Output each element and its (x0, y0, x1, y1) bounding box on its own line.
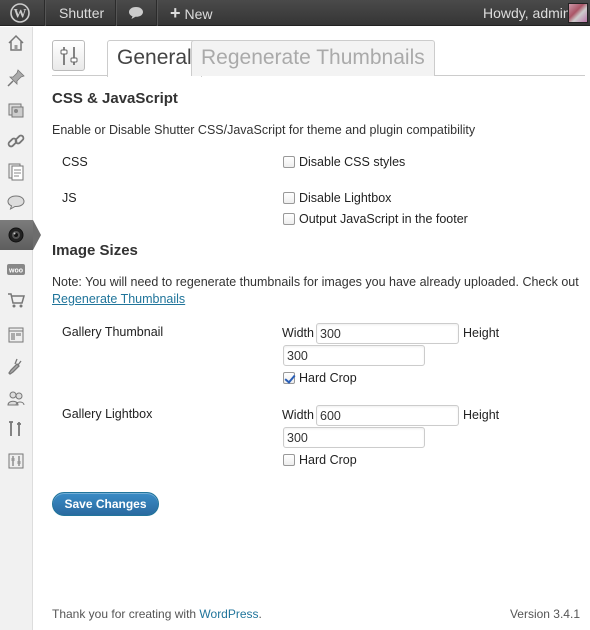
tools-icon[interactable] (6, 419, 26, 439)
footer-thanks: Thank you for creating with (52, 607, 200, 621)
thumb-hard-crop-option[interactable]: Hard Crop (283, 371, 357, 387)
comments-icon[interactable] (6, 193, 26, 213)
new-label: New (184, 6, 213, 22)
version-text: Version 3.4.1 (509, 607, 580, 621)
howdy-user-menu[interactable]: Howdy, admin (483, 0, 571, 26)
admin-sidebar: woo (0, 27, 41, 630)
css-js-heading: CSS & JavaScript (52, 90, 178, 107)
new-content-button[interactable]: + New (170, 0, 213, 26)
css-label: CSS (62, 155, 88, 169)
tab-regenerate-thumbnails[interactable]: Regenerate Thumbnails (191, 40, 435, 76)
disable-css-option[interactable]: Disable CSS styles (283, 155, 405, 171)
lightbox-height-label: Height (463, 408, 500, 422)
wordpress-link[interactable]: WordPress (199, 607, 258, 621)
css-js-description: Enable or Disable Shutter CSS/JavaScript… (52, 123, 476, 137)
comments-icon[interactable] (128, 0, 144, 26)
footer-js-label: Output JavaScript in the footer (299, 212, 468, 226)
disable-lightbox-option[interactable]: Disable Lightbox (283, 191, 391, 207)
lightbox-hard-crop-label: Hard Crop (299, 453, 357, 467)
lightbox-height-input[interactable] (283, 427, 425, 448)
disable-lightbox-checkbox[interactable] (283, 192, 295, 204)
admin-bar-separator (156, 0, 157, 26)
site-name-link[interactable]: Shutter (59, 0, 104, 26)
svg-text:woo: woo (8, 268, 23, 275)
shutter-icon[interactable] (6, 225, 26, 245)
regenerate-thumbnails-link-wrap: Regenerate Thumbnails (52, 292, 185, 306)
plugin-settings-icon (52, 40, 85, 71)
wordpress-logo-icon[interactable]: W (8, 0, 36, 26)
gallery-lightbox-label: Gallery Lightbox (62, 407, 153, 421)
appearance-icon[interactable] (6, 325, 26, 345)
thumb-width-input[interactable] (316, 323, 459, 344)
settings-icon[interactable] (6, 451, 26, 471)
footer-credit: Thank you for creating with WordPress. (52, 607, 262, 621)
gallery-thumbnail-label: Gallery Thumbnail (62, 325, 164, 339)
avatar[interactable] (568, 3, 588, 23)
image-sizes-note: Note: You will need to regenerate thumbn… (52, 275, 579, 289)
woo-icon[interactable]: woo (6, 260, 26, 280)
admin-bar-separator (115, 0, 116, 26)
tab-general[interactable]: General (107, 40, 202, 77)
lightbox-hard-crop-option[interactable]: Hard Crop (283, 453, 357, 469)
admin-bar-separator (44, 0, 45, 26)
thumb-hard-crop-label: Hard Crop (299, 371, 357, 385)
nav-tabs: General Regenerate Thumbnails (52, 40, 585, 77)
plus-icon: + (170, 3, 181, 23)
disable-css-checkbox[interactable] (283, 156, 295, 168)
pages-icon[interactable] (6, 162, 26, 182)
links-icon[interactable] (6, 131, 26, 151)
footer-js-option[interactable]: Output JavaScript in the footer (283, 212, 468, 228)
thumb-hard-crop-checkbox[interactable] (283, 372, 295, 384)
dashboard-icon[interactable] (6, 33, 26, 53)
sidebar-active-arrow (33, 220, 41, 250)
disable-lightbox-label: Disable Lightbox (299, 191, 392, 205)
js-label: JS (62, 191, 77, 205)
disable-css-label: Disable CSS styles (299, 155, 406, 169)
plugins-icon[interactable] (6, 357, 26, 377)
cart-icon[interactable] (6, 290, 26, 310)
lightbox-hard-crop-checkbox[interactable] (283, 454, 295, 466)
thumb-height-input[interactable] (283, 345, 425, 366)
media-icon[interactable] (6, 100, 26, 120)
users-icon[interactable] (6, 388, 26, 408)
svg-text:W: W (14, 6, 27, 21)
regenerate-thumbnails-link[interactable]: Regenerate Thumbnails (52, 292, 185, 306)
footer-period: . (258, 607, 262, 621)
lightbox-width-label: Width (282, 408, 314, 422)
lightbox-width-input[interactable] (316, 405, 459, 426)
footer-js-checkbox[interactable] (283, 213, 295, 225)
pin-icon[interactable] (6, 68, 26, 88)
admin-bar: W Shutter + New Howdy, admin (0, 0, 590, 26)
save-changes-button[interactable]: Save Changes (52, 492, 159, 516)
image-sizes-heading: Image Sizes (52, 242, 138, 259)
thumb-height-label: Height (463, 326, 500, 340)
thumb-width-label: Width (282, 326, 314, 340)
